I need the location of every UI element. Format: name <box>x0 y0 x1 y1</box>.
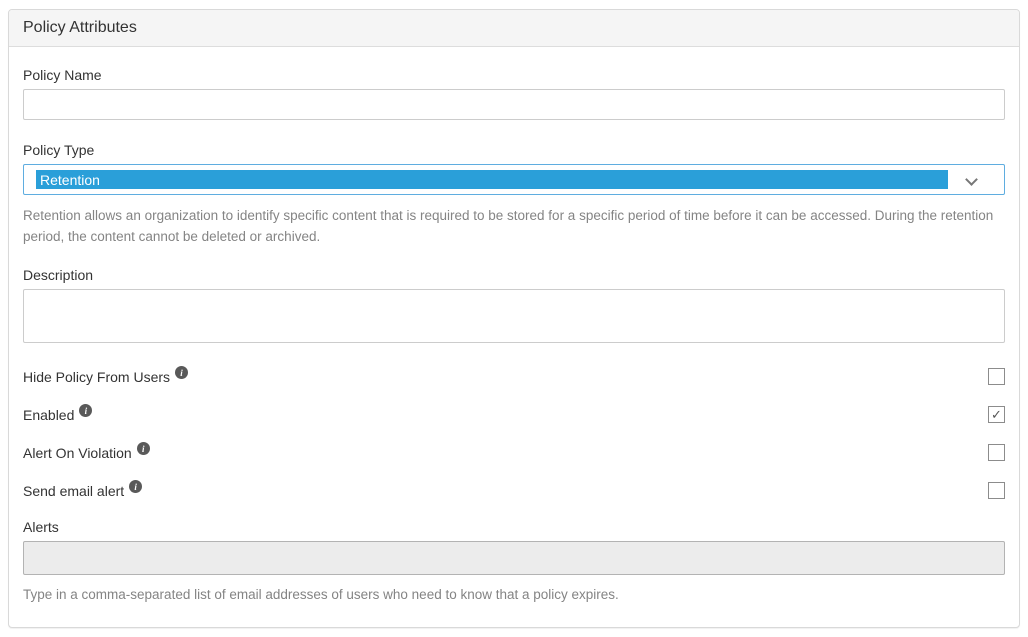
description-label: Description <box>23 267 1005 283</box>
send-email-alert-row: Send email alert i <box>23 481 1005 500</box>
send-email-alert-checkbox[interactable] <box>988 482 1005 499</box>
policy-name-input[interactable] <box>23 89 1005 120</box>
chevron-down-icon <box>965 173 978 186</box>
alert-on-violation-checkbox[interactable] <box>988 444 1005 461</box>
alert-on-violation-label-text: Alert On Violation <box>23 445 132 461</box>
alerts-group: Alerts Type in a comma-separated list of… <box>23 519 1005 605</box>
panel-header: Policy Attributes <box>9 10 1019 47</box>
send-email-alert-label: Send email alert i <box>23 483 142 499</box>
alert-on-violation-row: Alert On Violation i <box>23 443 1005 462</box>
alerts-help-text: Type in a comma-separated list of email … <box>23 584 1005 605</box>
policy-type-selected-option[interactable]: Retention <box>36 170 948 189</box>
checkbox-section: Hide Policy From Users i Enabled i ✓ Ale… <box>23 367 1005 500</box>
policy-attributes-panel: Policy Attributes Policy Name Policy Typ… <box>8 9 1020 628</box>
panel-title: Policy Attributes <box>23 19 137 36</box>
hide-policy-label-text: Hide Policy From Users <box>23 369 170 385</box>
enabled-label-text: Enabled <box>23 407 74 423</box>
policy-type-group: Policy Type Retention Retention allows a… <box>23 142 1005 247</box>
enabled-row: Enabled i ✓ <box>23 405 1005 424</box>
policy-name-label: Policy Name <box>23 67 1005 83</box>
hide-policy-label: Hide Policy From Users i <box>23 369 188 385</box>
hide-policy-row: Hide Policy From Users i <box>23 367 1005 386</box>
policy-name-group: Policy Name <box>23 67 1005 120</box>
alert-on-violation-label: Alert On Violation i <box>23 445 150 461</box>
info-icon: i <box>175 366 188 379</box>
enabled-checkbox[interactable]: ✓ <box>988 406 1005 423</box>
policy-type-label: Policy Type <box>23 142 1005 158</box>
info-icon: i <box>129 480 142 493</box>
alerts-input <box>23 541 1005 575</box>
panel-body: Policy Name Policy Type Retention Retent… <box>9 47 1019 605</box>
policy-type-help-text: Retention allows an organization to iden… <box>23 205 1005 247</box>
description-group: Description <box>23 267 1005 343</box>
description-textarea[interactable] <box>23 289 1005 343</box>
enabled-label: Enabled i <box>23 407 92 423</box>
policy-type-select[interactable]: Retention <box>23 164 1005 195</box>
alerts-label: Alerts <box>23 519 1005 535</box>
info-icon: i <box>79 404 92 417</box>
hide-policy-checkbox[interactable] <box>988 368 1005 385</box>
send-email-alert-label-text: Send email alert <box>23 483 124 499</box>
info-icon: i <box>137 442 150 455</box>
